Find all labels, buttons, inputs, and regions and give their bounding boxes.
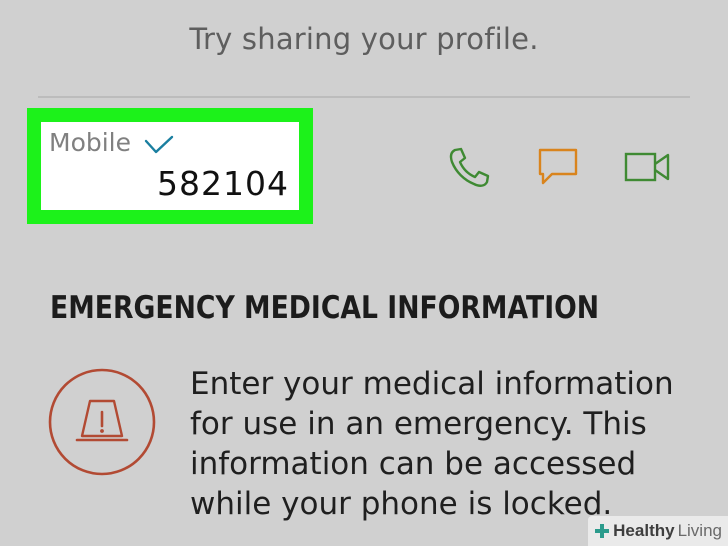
call-button[interactable] [444,145,492,189]
check-icon [144,135,174,154]
emergency-alert-icon [48,368,156,476]
emergency-section-title: EMERGENCY MEDICAL INFORMATION [50,290,600,326]
mobile-number: 582104 [157,164,289,203]
mobile-contact-card-inner[interactable]: Mobile 582104 [41,122,299,210]
share-hint: Try sharing your profile. [189,22,539,56]
emergency-description[interactable]: Enter your medical information for use i… [190,364,700,524]
brand-name-bold: Healthy [613,521,675,540]
video-call-button[interactable] [623,145,671,189]
emergency-medical-info-button[interactable] [47,367,157,477]
mobile-label: Mobile [49,128,132,157]
plus-icon [595,524,610,538]
divider [38,96,690,98]
message-icon [538,148,578,185]
phone-icon [449,147,490,187]
message-button[interactable] [534,145,582,189]
brand-name-light: Living [677,521,722,540]
mobile-contact-card[interactable]: Mobile 582104 [27,108,313,224]
video-icon [624,152,670,182]
brand-watermark: Healthy Living [588,516,728,546]
